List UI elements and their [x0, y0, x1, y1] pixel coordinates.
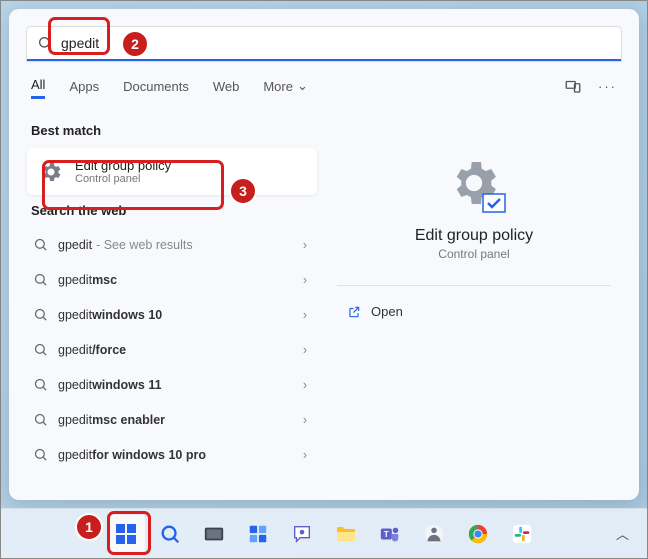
search-web-header: Search the web: [31, 203, 317, 218]
chevron-right-icon: ›: [303, 448, 307, 462]
preview-app-icon: [446, 155, 502, 211]
chat-button[interactable]: [283, 515, 321, 553]
chevron-right-icon: ›: [303, 378, 307, 392]
web-result-item[interactable]: gpedit msc›: [27, 263, 317, 296]
widgets-icon: [247, 523, 269, 545]
open-label: Open: [371, 304, 403, 319]
chevron-right-icon: ›: [303, 308, 307, 322]
search-icon: [33, 377, 48, 392]
preview-pane: Edit group policy Control panel Open: [327, 115, 621, 471]
system-tray-expand[interactable]: ︿: [616, 524, 629, 543]
file-explorer-button[interactable]: [327, 515, 365, 553]
taskbar-app-1[interactable]: [415, 515, 453, 553]
best-match-header: Best match: [31, 123, 317, 138]
chevron-right-icon: ›: [303, 413, 307, 427]
web-result-item[interactable]: gpedit for windows 10 pro›: [27, 438, 317, 471]
search-icon: [33, 342, 48, 357]
task-view-icon: [203, 523, 225, 545]
web-results-list: gpedit - See web results›gpedit msc›gped…: [27, 228, 317, 471]
devices-icon[interactable]: [564, 77, 582, 95]
task-view-button[interactable]: [195, 515, 233, 553]
start-button[interactable]: [107, 515, 145, 553]
slack-icon: [511, 523, 533, 545]
folder-icon: [334, 522, 358, 546]
search-icon: [33, 272, 48, 287]
search-icon: [33, 447, 48, 462]
web-result-item[interactable]: gpedit /force›: [27, 333, 317, 366]
search-icon: [33, 307, 48, 322]
annotation-badge-2: 2: [121, 30, 149, 58]
best-match-result[interactable]: Edit group policy Control panel: [27, 148, 317, 195]
windows-logo-icon: [114, 522, 138, 546]
open-external-icon: [347, 305, 361, 319]
chevron-right-icon: ›: [303, 238, 307, 252]
tab-more[interactable]: More⌄: [263, 78, 308, 94]
search-icon: [37, 35, 53, 51]
chrome-button[interactable]: [459, 515, 497, 553]
best-match-title: Edit group policy: [75, 158, 171, 173]
chevron-down-icon: ⌄: [297, 78, 308, 94]
slack-button[interactable]: [503, 515, 541, 553]
checkmark-overlay-icon: [482, 193, 506, 213]
taskbar-search-button[interactable]: [151, 515, 189, 553]
web-result-item[interactable]: gpedit windows 10›: [27, 298, 317, 331]
search-icon: [33, 237, 48, 252]
chevron-right-icon: ›: [303, 343, 307, 357]
web-result-item[interactable]: gpedit msc enabler›: [27, 403, 317, 436]
annotation-badge-3: 3: [229, 177, 257, 205]
search-icon: [159, 523, 181, 545]
widgets-button[interactable]: [239, 515, 277, 553]
gear-icon: [39, 160, 63, 184]
svg-text:T: T: [384, 529, 389, 538]
best-match-subtitle: Control panel: [75, 173, 171, 185]
search-query-text: gpedit: [61, 35, 99, 51]
chevron-right-icon: ›: [303, 273, 307, 287]
preview-title: Edit group policy: [415, 227, 533, 245]
chrome-icon: [467, 523, 489, 545]
chat-icon: [291, 523, 313, 545]
preview-subtitle: Control panel: [438, 247, 509, 261]
tab-web[interactable]: Web: [213, 79, 240, 94]
tab-all[interactable]: All: [31, 77, 45, 99]
filter-tabs: All Apps Documents Web More⌄ ···: [27, 73, 621, 105]
search-icon: [33, 412, 48, 427]
teams-button[interactable]: T: [371, 515, 409, 553]
divider: [337, 285, 611, 286]
open-action[interactable]: Open: [337, 304, 403, 319]
annotation-badge-1: 1: [75, 513, 103, 541]
results-left-pane: Best match Edit group policy Control pan…: [27, 115, 317, 471]
tab-documents[interactable]: Documents: [123, 79, 189, 94]
search-input[interactable]: gpedit: [27, 27, 621, 61]
web-result-item[interactable]: gpedit windows 11›: [27, 368, 317, 401]
app-icon: [423, 523, 445, 545]
teams-icon: T: [379, 523, 401, 545]
tab-apps[interactable]: Apps: [69, 79, 99, 94]
web-result-item[interactable]: gpedit - See web results›: [27, 228, 317, 261]
search-panel: gpedit All Apps Documents Web More⌄ ··· …: [9, 9, 639, 500]
more-options-icon[interactable]: ···: [598, 79, 617, 94]
